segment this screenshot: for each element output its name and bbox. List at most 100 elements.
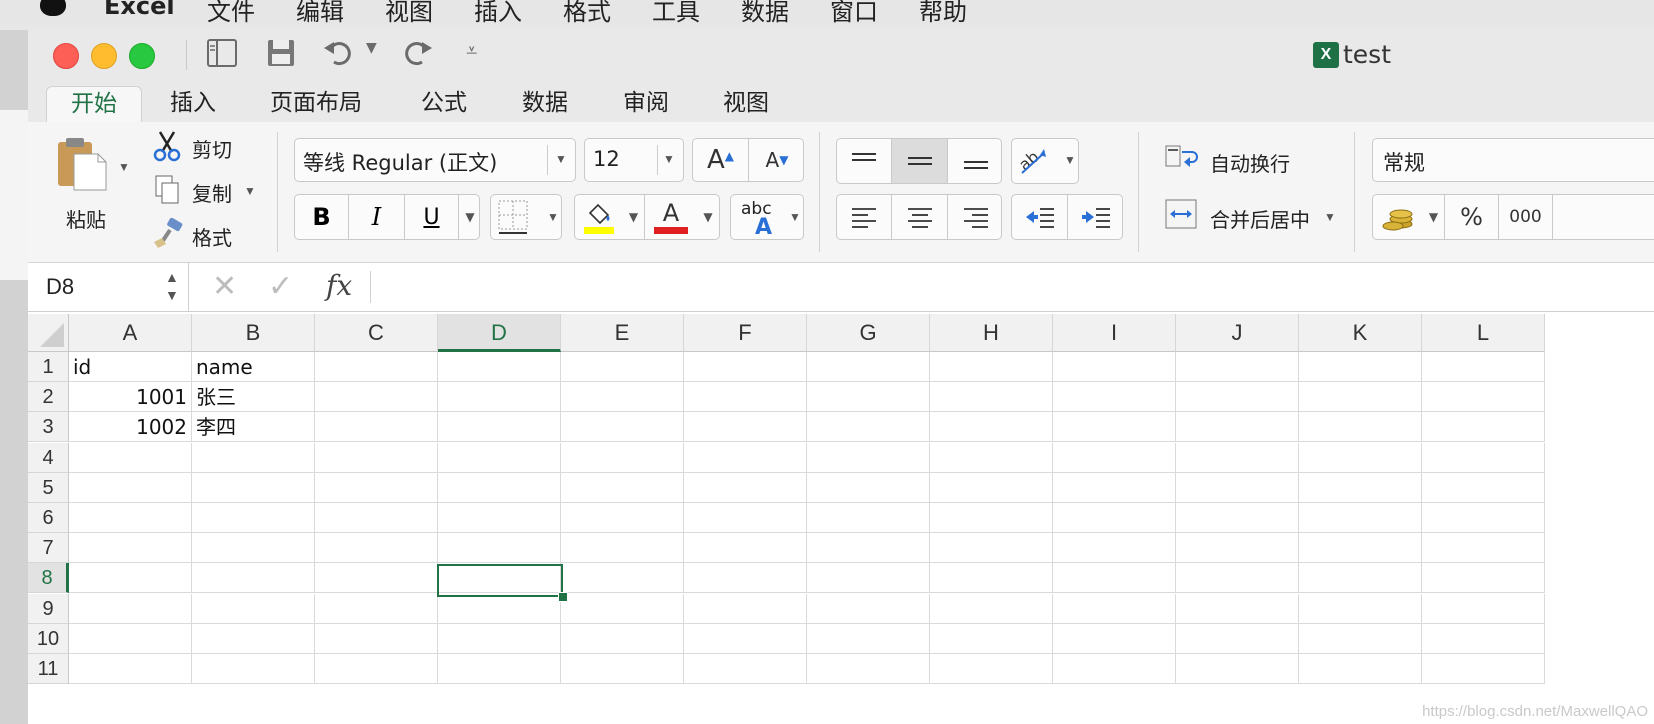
cell-a8[interactable] — [69, 563, 192, 594]
cell-i7[interactable] — [1053, 533, 1176, 564]
cancel-formula-icon[interactable]: ✕ — [212, 269, 237, 304]
italic-button[interactable]: I — [349, 195, 405, 239]
font-color-dropdown-icon[interactable]: ▼ — [697, 195, 719, 239]
cell-i3[interactable] — [1053, 412, 1176, 443]
cell-j3[interactable] — [1176, 412, 1299, 443]
cell-b6[interactable] — [192, 503, 315, 533]
menu-view[interactable]: 视图 — [385, 0, 433, 27]
cell-d7[interactable] — [438, 533, 561, 564]
cell-c1[interactable] — [315, 352, 438, 382]
bold-button[interactable]: B — [295, 195, 349, 239]
menu-insert[interactable]: 插入 — [474, 0, 522, 27]
menu-window[interactable]: 窗口 — [830, 0, 878, 27]
cell-a9[interactable] — [69, 593, 192, 624]
font-size-dropdown-icon[interactable]: ▼ — [663, 152, 675, 166]
cell-l7[interactable] — [1422, 533, 1545, 564]
cell-k11[interactable] — [1299, 654, 1422, 684]
cell-i2[interactable] — [1053, 382, 1176, 413]
cell-h11[interactable] — [930, 654, 1053, 684]
cell-i10[interactable] — [1053, 623, 1176, 654]
cell-i5[interactable] — [1053, 472, 1176, 503]
underline-dropdown-icon[interactable]: ▼ — [459, 195, 481, 239]
cell-h7[interactable] — [930, 533, 1053, 564]
cell-g10[interactable] — [807, 623, 930, 654]
cell-l5[interactable] — [1422, 472, 1545, 503]
cell-k2[interactable] — [1299, 382, 1422, 413]
tab-page-layout[interactable]: 页面布局 — [270, 86, 362, 122]
enter-formula-icon[interactable]: ✓ — [268, 269, 293, 304]
cell-f6[interactable] — [684, 503, 807, 533]
undo-dropdown-icon[interactable]: ▼ — [366, 40, 377, 70]
cell-f8[interactable] — [684, 563, 807, 594]
tab-review[interactable]: 审阅 — [623, 86, 669, 122]
cell-b1[interactable]: name — [192, 352, 315, 382]
fill-handle[interactable] — [558, 592, 568, 602]
menu-data[interactable]: 数据 — [741, 0, 789, 27]
cell-d4[interactable] — [438, 442, 561, 473]
cell-f5[interactable] — [684, 472, 807, 503]
name-box[interactable]: D8 ▲ ▼ — [28, 263, 189, 311]
cell-g4[interactable] — [807, 442, 930, 473]
cell-f3[interactable] — [684, 412, 807, 443]
cell-d1[interactable] — [438, 352, 561, 382]
spreadsheet-grid[interactable]: A B C D E F G H I J K L 1 id name 2 1001 张三 3 1002 李四 4 5 6 7 8 9 1… — [28, 314, 1654, 724]
cell-j5[interactable] — [1176, 472, 1299, 503]
tab-formulas[interactable]: 公式 — [421, 86, 467, 122]
cell-j4[interactable] — [1176, 442, 1299, 473]
cell-e9[interactable] — [561, 593, 684, 624]
cell-h9[interactable] — [930, 593, 1053, 624]
shrink-font-button[interactable]: A ▼ — [749, 139, 805, 181]
cell-e6[interactable] — [561, 503, 684, 533]
borders-button[interactable]: ▼ — [490, 194, 562, 240]
align-right-button[interactable] — [948, 195, 1003, 239]
cell-f2[interactable] — [684, 382, 807, 413]
column-header-i[interactable]: I — [1053, 314, 1176, 352]
cell-c8[interactable] — [315, 563, 438, 594]
customize-toolbar-icon[interactable]: ⩡ — [466, 38, 477, 68]
cell-a7[interactable] — [69, 533, 192, 564]
cell-j1[interactable] — [1176, 352, 1299, 382]
cell-e10[interactable] — [561, 623, 684, 654]
row-header-6[interactable]: 6 — [28, 503, 69, 533]
cell-d3[interactable] — [438, 412, 561, 443]
cell-g1[interactable] — [807, 352, 930, 382]
borders-dropdown-icon[interactable]: ▼ — [547, 210, 559, 224]
select-all-corner[interactable] — [28, 314, 69, 352]
cell-d11[interactable] — [438, 654, 561, 684]
row-header-11[interactable]: 11 — [28, 654, 69, 684]
cell-g8[interactable] — [807, 563, 930, 594]
cell-b3[interactable]: 李四 — [192, 412, 315, 443]
cell-d8[interactable] — [438, 563, 561, 594]
cell-j7[interactable] — [1176, 533, 1299, 564]
underline-button[interactable]: U — [405, 195, 459, 239]
cell-l11[interactable] — [1422, 654, 1545, 684]
cell-c3[interactable] — [315, 412, 438, 443]
cell-d10[interactable] — [438, 623, 561, 654]
cell-h8[interactable] — [930, 563, 1053, 594]
cell-i1[interactable] — [1053, 352, 1176, 382]
cell-b2[interactable]: 张三 — [192, 382, 315, 413]
apple-icon[interactable] — [40, 0, 66, 16]
merge-center-dropdown-icon[interactable]: ▼ — [1324, 210, 1336, 224]
undo-icon[interactable] — [322, 36, 356, 66]
cell-g3[interactable] — [807, 412, 930, 443]
align-center-button[interactable] — [892, 195, 948, 239]
cell-l9[interactable] — [1422, 593, 1545, 624]
cell-i9[interactable] — [1053, 593, 1176, 624]
column-header-l[interactable]: L — [1422, 314, 1545, 352]
sidebar-toggle-icon[interactable] — [205, 36, 239, 67]
paste-dropdown-icon[interactable]: ▼ — [118, 160, 130, 174]
cell-c4[interactable] — [315, 442, 438, 473]
menu-format[interactable]: 格式 — [563, 0, 611, 27]
increase-indent-button[interactable] — [1068, 195, 1124, 239]
cell-d2[interactable] — [438, 382, 561, 413]
cell-i8[interactable] — [1053, 563, 1176, 594]
cell-e3[interactable] — [561, 412, 684, 443]
paste-button[interactable]: ▼ — [52, 136, 132, 196]
merge-center-button[interactable]: 合并后居中 ▼ — [1164, 198, 1364, 238]
cell-k4[interactable] — [1299, 442, 1422, 473]
cell-k3[interactable] — [1299, 412, 1422, 443]
font-name-dropdown-icon[interactable]: ▼ — [555, 152, 567, 166]
column-header-c[interactable]: C — [315, 314, 438, 352]
row-header-5[interactable]: 5 — [28, 472, 69, 503]
